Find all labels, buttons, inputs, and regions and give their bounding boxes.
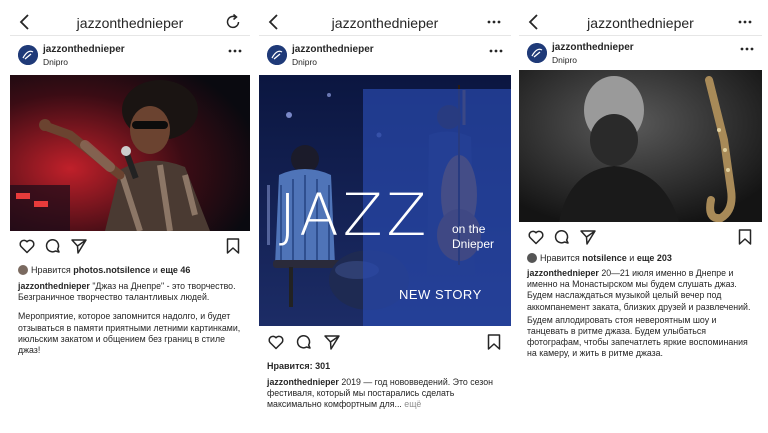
post-caption: jazzonthednieper 20—21 июля именно в Дне… bbox=[527, 268, 754, 360]
caption-paragraph: Будем аплодировать стоя невероятным шоу … bbox=[527, 314, 748, 359]
post-panel-2: jazzonthednieper jazzonthednieper Dnipro bbox=[259, 0, 511, 433]
likes-summary[interactable]: Нравится photos.notsilence и еще 46 bbox=[18, 265, 190, 275]
bookmark-icon[interactable] bbox=[224, 237, 242, 255]
top-bar: jazzonthednieper bbox=[519, 10, 762, 36]
likes-joiner: и bbox=[152, 265, 158, 275]
overlay-title: JAZZ bbox=[279, 181, 431, 249]
post-header: jazzonthednieper Dnipro bbox=[10, 42, 250, 72]
likes-user[interactable]: photos.notsilence bbox=[73, 265, 150, 275]
overlay-subtitle-2: Dnieper bbox=[452, 237, 495, 251]
caption-username[interactable]: jazzonthednieper bbox=[527, 268, 599, 278]
liker-avatar bbox=[527, 253, 537, 263]
saxophonist-photo bbox=[519, 70, 762, 222]
refresh-icon[interactable] bbox=[224, 13, 242, 31]
heart-icon[interactable] bbox=[267, 333, 285, 351]
overlay-story-label: NEW STORY bbox=[399, 287, 482, 302]
post-header: jazzonthednieper Dnipro bbox=[259, 42, 511, 72]
post-photo[interactable] bbox=[10, 75, 250, 231]
more-dots-icon[interactable] bbox=[228, 46, 242, 56]
top-bar: jazzonthednieper bbox=[259, 10, 511, 36]
post-panel-3: jazzonthednieper jazzonthednieper Dnipro bbox=[519, 0, 762, 433]
heart-icon[interactable] bbox=[18, 237, 36, 255]
share-icon[interactable] bbox=[70, 237, 88, 255]
likes-joiner: и bbox=[629, 253, 635, 263]
singer-photo bbox=[10, 75, 250, 231]
caption-more-link[interactable]: ещё bbox=[404, 399, 421, 409]
post-photo[interactable] bbox=[519, 70, 762, 222]
likes-others[interactable]: еще 203 bbox=[637, 253, 672, 263]
more-dots-icon[interactable] bbox=[740, 44, 754, 54]
caption-username[interactable]: jazzonthednieper bbox=[267, 377, 339, 387]
comment-icon[interactable] bbox=[295, 333, 313, 351]
page-title: jazzonthednieper bbox=[76, 15, 184, 31]
post-location[interactable]: Dnipro bbox=[43, 57, 68, 67]
action-bar bbox=[519, 228, 762, 250]
post-photo[interactable]: JAZZ on the Dnieper NEW STORY bbox=[259, 75, 511, 326]
post-location[interactable]: Dnipro bbox=[552, 55, 577, 65]
likes-prefix: Нравится bbox=[31, 265, 71, 275]
comment-icon[interactable] bbox=[553, 228, 571, 246]
page-title: jazzonthednieper bbox=[587, 15, 694, 31]
top-bar: jazzonthednieper bbox=[10, 10, 250, 36]
bookmark-icon[interactable] bbox=[736, 228, 754, 246]
share-icon[interactable] bbox=[323, 333, 341, 351]
post-username[interactable]: jazzonthednieper bbox=[43, 44, 125, 55]
likes-prefix: Нравится bbox=[540, 253, 580, 263]
avatar[interactable] bbox=[18, 45, 38, 65]
post-username[interactable]: jazzonthednieper bbox=[292, 44, 374, 55]
bookmark-icon[interactable] bbox=[485, 333, 503, 351]
post-username[interactable]: jazzonthednieper bbox=[552, 42, 634, 53]
heart-icon[interactable] bbox=[527, 228, 545, 246]
likes-user[interactable]: notsilence bbox=[582, 253, 627, 263]
likes-summary[interactable]: Нравится: 301 bbox=[267, 361, 330, 371]
likes-summary[interactable]: Нравится notsilence и еще 203 bbox=[527, 253, 672, 263]
post-location[interactable]: Dnipro bbox=[292, 57, 317, 67]
post-header: jazzonthednieper Dnipro bbox=[519, 40, 762, 70]
overlay-subtitle-1: on the bbox=[452, 222, 486, 236]
avatar[interactable] bbox=[527, 43, 547, 63]
comment-icon[interactable] bbox=[44, 237, 62, 255]
caption-paragraph: Мероприятие, которое запомнится надолго,… bbox=[18, 311, 241, 356]
post-panel-1: jazzonthednieper jazzonthednieper Dnipro bbox=[10, 0, 250, 433]
post-caption: jazzonthednieper "Джаз на Днепре" - это … bbox=[18, 281, 242, 356]
likes-others[interactable]: еще 46 bbox=[160, 265, 190, 275]
avatar[interactable] bbox=[267, 45, 287, 65]
action-bar bbox=[10, 237, 250, 259]
post-caption: jazzonthednieper 2019 — год нововведений… bbox=[267, 377, 503, 411]
caption-username[interactable]: jazzonthednieper bbox=[18, 281, 90, 291]
more-dots-icon[interactable] bbox=[485, 13, 503, 31]
more-dots-icon[interactable] bbox=[489, 46, 503, 56]
action-bar bbox=[259, 333, 511, 355]
more-dots-icon[interactable] bbox=[736, 13, 754, 31]
share-icon[interactable] bbox=[579, 228, 597, 246]
page-title: jazzonthednieper bbox=[331, 15, 439, 31]
liker-avatar bbox=[18, 265, 28, 275]
